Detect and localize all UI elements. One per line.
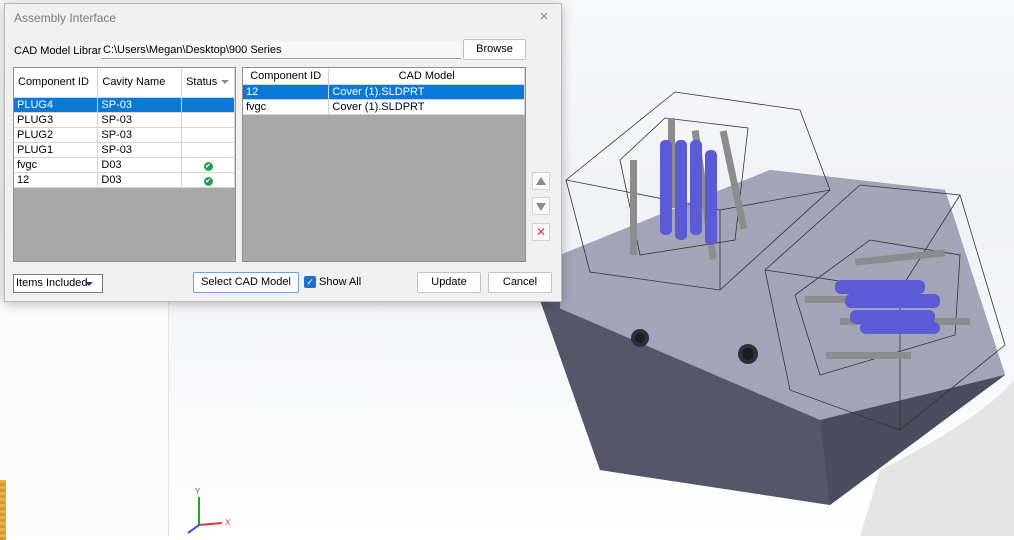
table-row[interactable]: PLUG4 SP-03 xyxy=(14,97,235,113)
update-button[interactable]: Update xyxy=(417,272,481,293)
move-down-icon xyxy=(536,203,546,211)
browse-button[interactable]: Browse xyxy=(463,39,526,60)
items-filter-dropdown[interactable]: Items Included xyxy=(13,274,103,293)
cell-component-id: fvgc xyxy=(243,99,330,115)
table-row[interactable]: 12 D03 ✔ xyxy=(14,172,235,188)
cell-component-id: PLUG2 xyxy=(14,127,99,143)
cell-component-id: PLUG3 xyxy=(14,112,99,128)
cell-component-id: PLUG4 xyxy=(14,97,99,113)
close-icon[interactable]: × xyxy=(535,8,553,26)
cell-component-id: PLUG1 xyxy=(14,142,99,158)
cell-cavity-name: D03 xyxy=(97,172,183,188)
cavity-component-table[interactable]: Component ID Cavity Name Status PLUG4 SP… xyxy=(13,67,236,262)
cell-component-id: 12 xyxy=(243,84,330,100)
cell-component-id: fvgc xyxy=(14,157,99,173)
cell-status: ✔ xyxy=(181,172,235,188)
cad-library-path-input[interactable] xyxy=(101,41,461,59)
column-header-cad-model[interactable]: CAD Model xyxy=(328,68,525,85)
column-header-status-label: Status xyxy=(186,76,218,89)
cell-component-id: 12 xyxy=(14,172,99,188)
cell-cavity-name: SP-03 xyxy=(97,142,183,158)
cell-status xyxy=(181,97,235,113)
table-row[interactable]: 12 Cover (1).SLDPRT xyxy=(243,84,525,100)
table-row[interactable]: fvgc Cover (1).SLDPRT xyxy=(243,99,525,115)
axis-y-label: Y xyxy=(195,487,201,496)
checkbox-checked-icon: ✓ xyxy=(304,276,316,288)
delete-icon: ✕ xyxy=(535,225,547,239)
delete-button[interactable]: ✕ xyxy=(532,223,550,241)
cell-cad-model: Cover (1).SLDPRT xyxy=(328,84,525,100)
table-row[interactable]: PLUG2 SP-03 xyxy=(14,127,235,143)
move-up-icon xyxy=(536,177,546,185)
cell-cavity-name: SP-03 xyxy=(97,127,183,143)
cancel-button[interactable]: Cancel xyxy=(488,272,552,293)
table-row[interactable]: PLUG3 SP-03 xyxy=(14,112,235,128)
show-all-label: Show All xyxy=(319,276,362,288)
cell-status: ✔ xyxy=(181,157,235,173)
column-header-cavity-name[interactable]: Cavity Name xyxy=(97,68,183,98)
column-header-status[interactable]: Status xyxy=(181,68,235,98)
filter-arrow-icon[interactable] xyxy=(221,80,229,84)
cell-status xyxy=(181,112,235,128)
cad-library-label: CAD Model Library xyxy=(14,45,107,57)
move-down-button[interactable] xyxy=(532,197,550,215)
cell-cavity-name: SP-03 xyxy=(97,112,183,128)
cell-status xyxy=(181,127,235,143)
column-header-component-id[interactable]: Component ID xyxy=(243,68,330,85)
items-filter-value: Items Included xyxy=(16,277,88,289)
check-icon: ✔ xyxy=(203,176,213,186)
component-cad-model-table[interactable]: Component ID CAD Model 12 Cover (1).SLDP… xyxy=(242,67,526,262)
select-cad-model-button[interactable]: Select CAD Model xyxy=(193,272,299,293)
move-up-button[interactable] xyxy=(532,172,550,190)
check-icon: ✔ xyxy=(203,161,213,171)
column-header-component-id[interactable]: Component ID xyxy=(14,68,99,98)
cell-cad-model: Cover (1).SLDPRT xyxy=(328,99,525,115)
table-row[interactable]: fvgc D03 ✔ xyxy=(14,157,235,173)
assembly-interface-dialog: Assembly Interface × CAD Model Library B… xyxy=(4,3,562,302)
cell-cavity-name: D03 xyxy=(97,157,183,173)
table-row[interactable]: PLUG1 SP-03 xyxy=(14,142,235,158)
dialog-title: Assembly Interface xyxy=(14,11,117,25)
axis-triad xyxy=(187,497,223,534)
cell-cavity-name: SP-03 xyxy=(97,97,183,113)
chevron-down-icon xyxy=(85,282,93,286)
cell-status xyxy=(181,142,235,158)
axis-x-label: X xyxy=(225,518,231,527)
